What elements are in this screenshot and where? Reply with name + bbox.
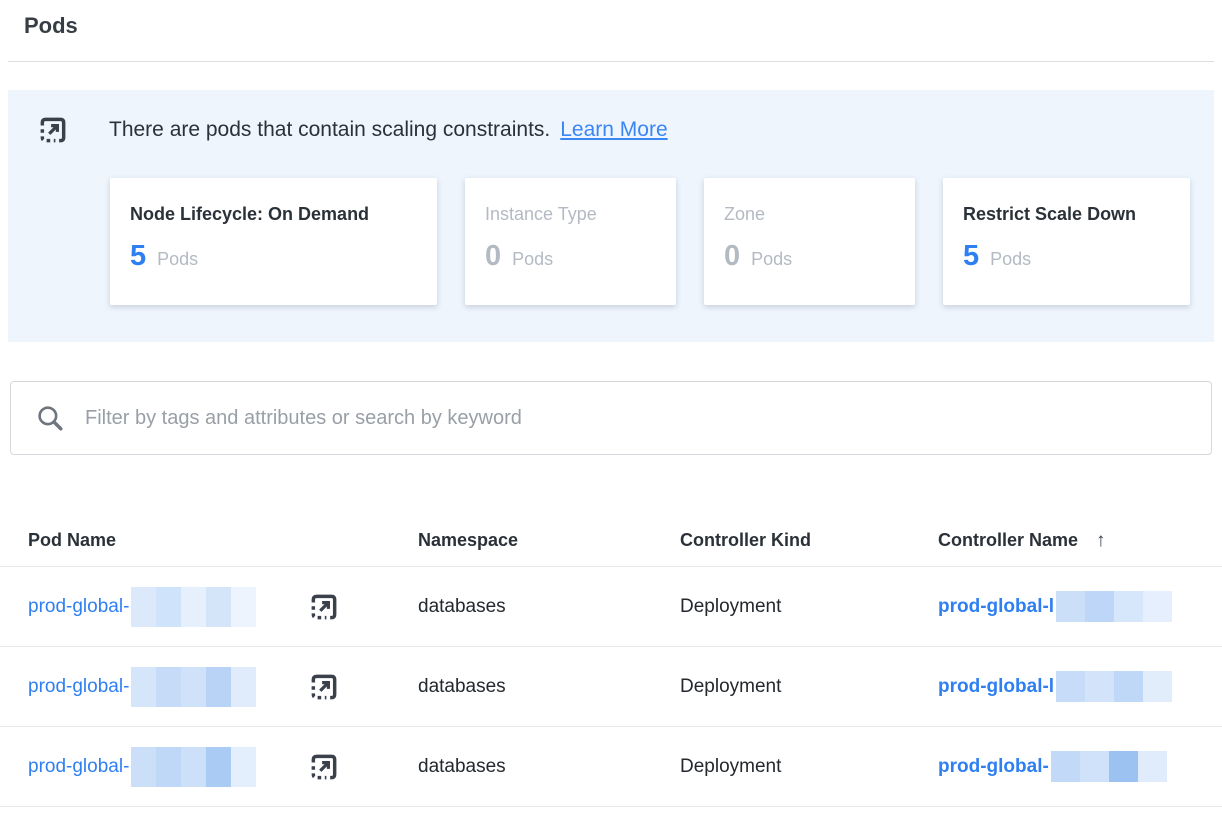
filter-search-input[interactable] [83,406,1191,431]
scaling-constraints-banner: There are pods that contain scaling cons… [8,90,1214,342]
controller-kind-cell: Deployment [680,676,938,698]
card-instance-type[interactable]: Instance Type 0 Pods [465,178,676,305]
controller-name-cell: prod-global- [938,751,1222,782]
card-count-number: 5 [963,240,979,273]
card-count-unit: Pods [157,249,198,270]
card-count-unit: Pods [512,249,553,270]
filter-search-bar[interactable] [10,381,1212,455]
pods-table: Pod Name Namespace Controller Kind Contr… [0,455,1222,807]
banner-header: There are pods that contain scaling cons… [8,114,1214,146]
scale-out-icon[interactable] [308,751,340,783]
card-count-unit: Pods [990,249,1031,270]
pod-name-cell: prod-global- [28,587,418,627]
table-row: prod-global- databases Deployment prod-g… [0,567,1222,647]
controller-name-cell: prod-global-l [938,671,1222,702]
controller-name-link[interactable]: prod-global-l [938,596,1054,618]
card-node-lifecycle-on-demand[interactable]: Node Lifecycle: On Demand 5 Pods [110,178,437,305]
pod-name-link[interactable]: prod-global- [28,756,129,778]
pod-name-link[interactable]: prod-global- [28,676,129,698]
namespace-cell: databases [418,756,680,778]
page-title: Pods [24,12,1222,40]
controller-name-link[interactable]: prod-global-l [938,676,1054,698]
card-title: Restrict Scale Down [963,204,1170,225]
controller-name-link[interactable]: prod-global- [938,756,1049,778]
card-count-number: 5 [130,240,146,273]
column-header-pod-name[interactable]: Pod Name [28,530,418,551]
title-divider [8,61,1214,62]
column-header-namespace[interactable]: Namespace [418,530,680,551]
learn-more-link[interactable]: Learn More [560,118,667,142]
redacted-controller-name [1051,751,1167,782]
card-zone[interactable]: Zone 0 Pods [704,178,915,305]
namespace-cell: databases [418,596,680,618]
card-count-unit: Pods [751,249,792,270]
card-title: Node Lifecycle: On Demand [130,204,417,225]
pods-page: Pods There are pods that contain scaling… [0,12,1222,807]
card-count: 0 Pods [724,240,895,273]
table-row: prod-global- databases Deployment prod-g… [0,727,1222,807]
controller-name-cell: prod-global-l [938,591,1222,622]
card-count: 0 Pods [485,240,656,273]
redacted-controller-name [1056,591,1172,622]
card-title: Zone [724,204,895,225]
card-title: Instance Type [485,204,656,225]
redacted-pod-name [131,587,256,627]
column-header-controller-kind[interactable]: Controller Kind [680,530,938,551]
column-header-controller-name[interactable]: Controller Name ↑ [938,530,1222,552]
controller-kind-cell: Deployment [680,756,938,778]
column-header-controller-name-label: Controller Name [938,530,1078,551]
sort-ascending-icon[interactable]: ↑ [1096,530,1106,552]
card-count-number: 0 [724,240,740,273]
table-row: prod-global- databases Deployment prod-g… [0,647,1222,727]
card-count: 5 Pods [130,240,417,273]
banner-message: There are pods that contain scaling cons… [109,118,550,142]
controller-kind-cell: Deployment [680,596,938,618]
pod-name-link[interactable]: prod-global- [28,596,129,618]
card-count-number: 0 [485,240,501,273]
card-restrict-scale-down[interactable]: Restrict Scale Down 5 Pods [943,178,1190,305]
constraint-cards: Node Lifecycle: On Demand 5 Pods Instanc… [110,178,1214,305]
search-icon [35,403,65,433]
namespace-cell: databases [418,676,680,698]
pod-name-cell: prod-global- [28,667,418,707]
redacted-controller-name [1056,671,1172,702]
redacted-pod-name [131,667,256,707]
scale-out-icon [37,114,69,146]
redacted-pod-name [131,747,256,787]
table-header-row: Pod Name Namespace Controller Kind Contr… [0,455,1222,567]
pod-name-cell: prod-global- [28,747,418,787]
card-count: 5 Pods [963,240,1170,273]
scale-out-icon[interactable] [308,591,340,623]
scale-out-icon[interactable] [308,671,340,703]
